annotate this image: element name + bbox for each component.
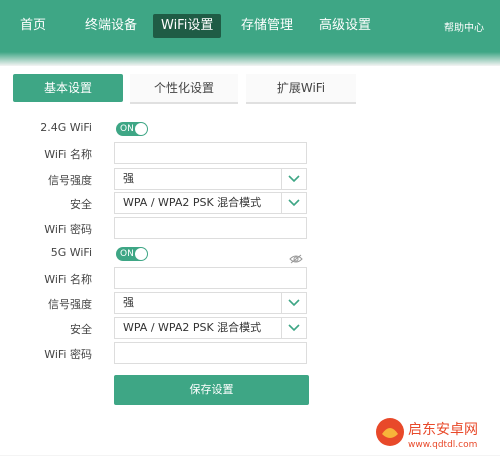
wifi24-password-input[interactable] (114, 217, 307, 239)
chevron-down-icon[interactable] (281, 293, 306, 313)
wifi24-label: 2.4G WiFi (40, 121, 92, 134)
top-navigation-bar: 首页 终端设备 WiFi设置 存储管理 高级设置 帮助中心 (0, 0, 500, 52)
help-center-link[interactable]: 帮助中心 (444, 19, 484, 34)
tab-extend-wifi[interactable]: 扩展WiFi (246, 74, 356, 104)
wifi5-security-select[interactable]: WPA / WPA2 PSK 混合模式 (114, 317, 307, 339)
toggle-text: ON (120, 124, 134, 134)
nav-item-advanced[interactable]: 高级设置 (319, 15, 371, 37)
wifi5-strength-label: 信号强度 (48, 298, 92, 311)
selected-value: WPA / WPA2 PSK 混合模式 (123, 196, 262, 209)
watermark-name: 启东安卓网 (408, 422, 478, 438)
wifi24-toggle[interactable]: ON (116, 122, 148, 136)
nav-item-home[interactable]: 首页 (20, 15, 46, 37)
wifi24-strength-select[interactable]: 强 (114, 168, 307, 190)
wifi5-label: 5G WiFi (50, 246, 92, 259)
wifi24-name-label: WiFi 名称 (44, 148, 92, 161)
selected-value: 强 (123, 296, 134, 309)
wifi5-name-input[interactable] (114, 267, 307, 289)
header-gradient (0, 52, 500, 66)
toggle-text: ON (120, 249, 134, 259)
watermark-url: www.qdtdl.com (408, 440, 477, 450)
site-watermark: 启东安卓网 www.qdtdl.com (372, 412, 498, 452)
wifi24-strength-label: 信号强度 (48, 174, 92, 187)
wifi5-strength-select[interactable]: 强 (114, 292, 307, 314)
wifi24-security-label: 安全 (70, 198, 92, 211)
selected-value: 强 (123, 172, 134, 185)
wifi24-security-select[interactable]: WPA / WPA2 PSK 混合模式 (114, 192, 307, 214)
chevron-down-icon[interactable] (281, 318, 306, 338)
wifi5-password-input[interactable] (114, 342, 307, 364)
wifi5-password-label: WiFi 密码 (44, 348, 92, 361)
wifi24-password-label: WiFi 密码 (44, 223, 92, 236)
nav-item-wifi-settings[interactable]: WiFi设置 (153, 14, 222, 38)
nav-item-devices[interactable]: 终端设备 (85, 15, 137, 37)
tab-basic-settings[interactable]: 基本设置 (13, 74, 123, 102)
toggle-knob (135, 248, 147, 260)
save-settings-button[interactable]: 保存设置 (114, 375, 309, 405)
wifi24-name-input[interactable] (114, 142, 307, 164)
wifi5-toggle[interactable]: ON (116, 247, 148, 261)
tab-personalize[interactable]: 个性化设置 (130, 74, 238, 104)
selected-value: WPA / WPA2 PSK 混合模式 (123, 321, 262, 334)
chevron-down-icon[interactable] (281, 169, 306, 189)
chevron-down-icon[interactable] (281, 193, 306, 213)
toggle-knob (135, 123, 147, 135)
wifi5-security-label: 安全 (70, 323, 92, 336)
eye-slash-icon[interactable] (289, 249, 303, 268)
wifi5-name-label: WiFi 名称 (44, 273, 92, 286)
nav-item-storage[interactable]: 存储管理 (241, 15, 293, 37)
